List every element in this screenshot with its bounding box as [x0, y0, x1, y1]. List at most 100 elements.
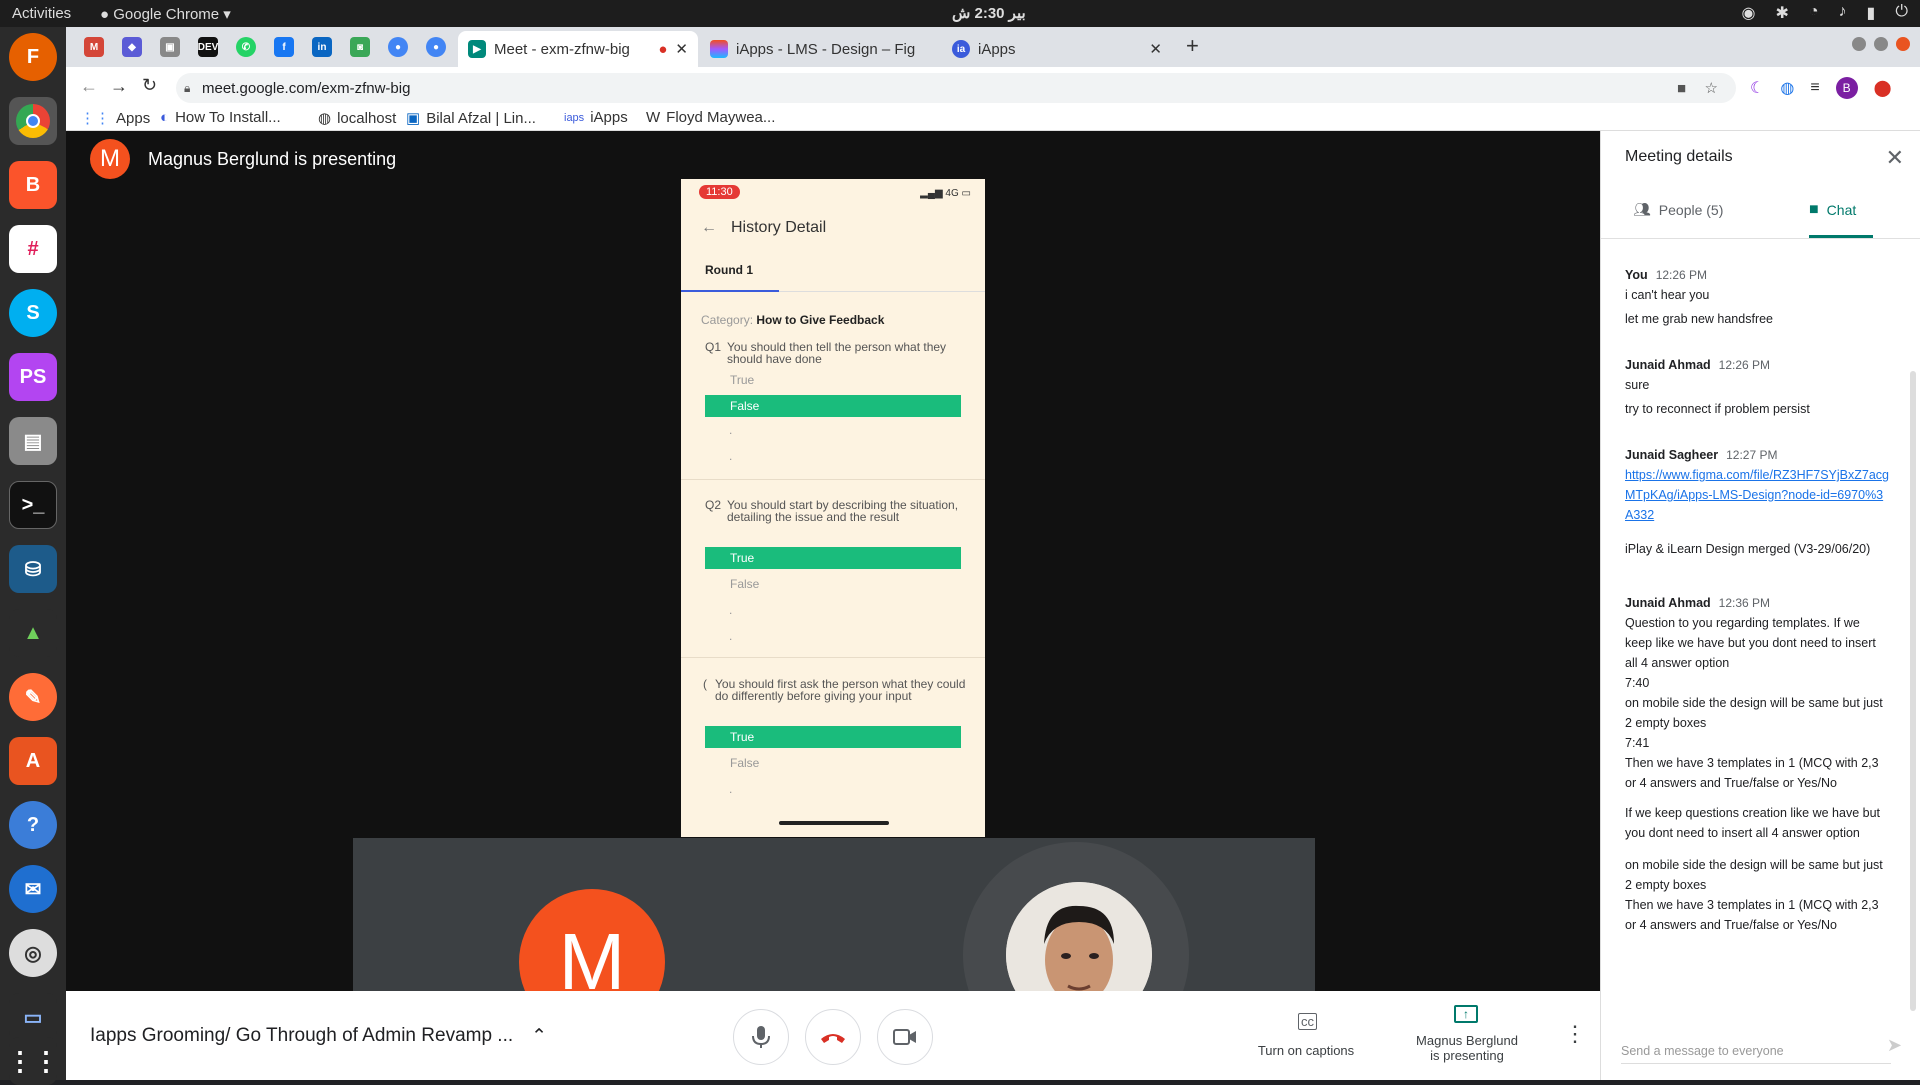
tab-close-icon[interactable]: ✕ — [675, 40, 688, 58]
bookmark-iapps[interactable]: iaps iApps — [564, 109, 628, 126]
category-label: Category: — [701, 313, 754, 327]
captions-icon[interactable]: cc — [1298, 1013, 1317, 1030]
camera-button[interactable] — [877, 1009, 933, 1065]
present-now-icon[interactable]: ↑ — [1454, 1005, 1478, 1023]
chrome-icon[interactable] — [9, 97, 57, 145]
tab-meet[interactable]: ▶ Meet - exm-zfnw-big ● ✕ — [458, 31, 698, 67]
category-line: Category: How to Give Feedback — [701, 313, 884, 327]
bookmark-linkedin[interactable]: ▣ Bilal Afzal | Lin... — [406, 109, 536, 128]
phone-signal: ▂▄▆ 4G ▭ — [920, 188, 971, 199]
software-center-icon[interactable]: A — [9, 737, 57, 785]
battery-icon[interactable]: ▮ — [1867, 3, 1876, 23]
wifi-icon[interactable]: ◔ — [1809, 3, 1819, 23]
back-icon[interactable]: ← — [80, 76, 98, 97]
pinned-tab-10[interactable]: ● — [426, 37, 446, 57]
bookmark-localhost[interactable]: ◍ localhost — [318, 109, 397, 128]
bookmark-star-icon[interactable]: ☆ — [1705, 79, 1718, 97]
clock[interactable]: بیر 2:30 ش — [952, 4, 1026, 22]
video-camera-icon — [893, 1029, 916, 1045]
close-icon[interactable]: ✕ — [1886, 145, 1904, 171]
message-text: Then we have 3 templates in 1 (MCQ with … — [1625, 756, 1879, 790]
playlist-icon[interactable]: ≡ — [1810, 79, 1819, 97]
update-icon[interactable]: ⬤ — [1874, 78, 1892, 98]
presenting-button[interactable]: Magnus Berglund is presenting — [1402, 1033, 1532, 1063]
bookmark-favicon: ◐ — [160, 109, 170, 126]
power-icon[interactable]: ⏻ — [1895, 3, 1908, 23]
bookmark-label: localhost — [337, 109, 397, 127]
volume-icon[interactable]: ♪ — [1839, 3, 1847, 23]
browser-toolbar: ← → ↻ 🔒︎ meet.google.com/exm-zfnw-big ■ … — [66, 67, 1920, 107]
pinned-tab-9[interactable]: ● — [388, 37, 408, 57]
extension-icon[interactable]: ◍ — [1780, 78, 1794, 98]
screen-icon[interactable]: ▭ — [9, 993, 57, 1041]
profile-avatar[interactable]: B — [1835, 77, 1858, 99]
pinned-tab-3[interactable]: ▣ — [160, 37, 180, 57]
mysql-workbench-icon[interactable]: ⛁ — [9, 545, 57, 593]
forward-icon[interactable]: → — [110, 76, 128, 97]
camera-icon[interactable]: ■ — [1677, 80, 1686, 97]
close-window-button[interactable] — [1896, 37, 1910, 51]
thunderbird-icon[interactable]: ✉ — [9, 865, 57, 913]
chat-scrollbar[interactable] — [1910, 371, 1916, 1011]
system-tray[interactable]: ◉ ✱ ◔ ♪ ▮ ⏻ — [1741, 3, 1908, 23]
tab-close-icon[interactable]: ✕ — [1149, 40, 1162, 58]
postman-icon[interactable]: ✎ — [9, 673, 57, 721]
question-text: You should start by describing the situa… — [727, 498, 959, 524]
rhythmbox-icon[interactable]: ◎ — [9, 929, 57, 977]
dark-mode-extension-icon[interactable]: ☾ — [1750, 78, 1764, 98]
address-bar[interactable]: 🔒︎ meet.google.com/exm-zfnw-big ■ ☆ — [176, 73, 1736, 103]
reload-icon[interactable]: ↻ — [142, 75, 157, 96]
message-text: sure — [1625, 378, 1650, 392]
chat-tab-label: Chat — [1826, 202, 1857, 218]
maximize-button[interactable] — [1874, 37, 1888, 51]
help-icon[interactable]: ? — [9, 801, 57, 849]
whatsapp-pinned-tab[interactable]: ✆ — [236, 37, 256, 57]
tab-iapps[interactable]: ia iApps ✕ — [942, 31, 1172, 67]
tab-chat[interactable]: ■ Chat — [1809, 201, 1856, 219]
captions-label[interactable]: Turn on captions — [1246, 1043, 1366, 1058]
network-label: 4G — [945, 188, 959, 199]
record-icon[interactable]: ◉ — [1741, 3, 1755, 23]
more-options-icon[interactable]: ⋮ — [1564, 1021, 1586, 1047]
bookmark-apps[interactable]: ⋮⋮ Apps — [80, 109, 150, 128]
tab-title: Meet - exm-zfnw-big — [494, 40, 630, 58]
app-menu[interactable]: ● Google Chrome ▾ — [100, 5, 231, 23]
tab-figma[interactable]: iApps - LMS - Design – Fig — [700, 31, 940, 67]
facebook-pinned-tab[interactable]: f — [274, 37, 294, 57]
tab-people[interactable]: 👥︎ People (5) — [1633, 201, 1723, 218]
files-icon[interactable]: ▤ — [9, 417, 57, 465]
minimize-button[interactable] — [1852, 37, 1866, 51]
robomongo-icon[interactable]: ▲ — [9, 609, 57, 657]
activities-button[interactable]: Activities — [12, 5, 71, 22]
send-icon[interactable]: ➤ — [1887, 1035, 1902, 1056]
slack-tray-icon[interactable]: ✱ — [1775, 3, 1788, 23]
option-true-selected: True — [705, 547, 961, 569]
linkedin-pinned-tab[interactable]: in — [312, 37, 332, 57]
bookmark-how-to-install[interactable]: ◐ How To Install... — [160, 109, 281, 126]
participant-tiles: M — [353, 838, 1315, 991]
new-tab-button[interactable]: + — [1186, 33, 1199, 59]
pinned-tab-2[interactable]: ◆ — [122, 37, 142, 57]
brave-icon[interactable]: B — [9, 161, 57, 209]
people-tab-label: People (5) — [1658, 201, 1724, 218]
gmail-pinned-tab[interactable]: M — [84, 37, 104, 57]
microphone-button[interactable] — [733, 1009, 789, 1065]
bookmark-floyd[interactable]: W Floyd Maywea... — [646, 109, 775, 126]
firefox-icon[interactable]: F — [9, 33, 57, 81]
leave-call-button[interactable] — [805, 1009, 861, 1065]
meeting-details-panel: Meeting details ✕ 👥︎ People (5) ■ Chat Y… — [1600, 131, 1920, 1080]
terminal-icon[interactable]: >_ — [9, 481, 57, 529]
chat-message-input[interactable]: Send a message to everyone — [1621, 1036, 1891, 1064]
slack-icon[interactable]: # — [9, 225, 57, 273]
figma-link[interactable]: https://www.figma.com/file/RZ3HF7SYjBxZ7… — [1625, 468, 1889, 522]
bookmark-label: Floyd Maywea... — [666, 109, 776, 126]
meeting-title-button[interactable]: Iapps Grooming/ Go Through of Admin Reva… — [90, 1025, 547, 1048]
dev-pinned-tab[interactable]: DEV — [198, 37, 218, 57]
phpstorm-icon[interactable]: PS — [9, 353, 57, 401]
skype-icon[interactable]: S — [9, 289, 57, 337]
message-header: Junaid Sagheer 12:27 PM — [1625, 445, 1889, 465]
message-time: 12:36 PM — [1718, 596, 1771, 610]
pinned-tab-8[interactable]: ◙ — [350, 37, 370, 57]
microphone-icon — [752, 1026, 770, 1048]
show-apps-icon[interactable]: ⋮⋮ — [7, 1037, 59, 1085]
